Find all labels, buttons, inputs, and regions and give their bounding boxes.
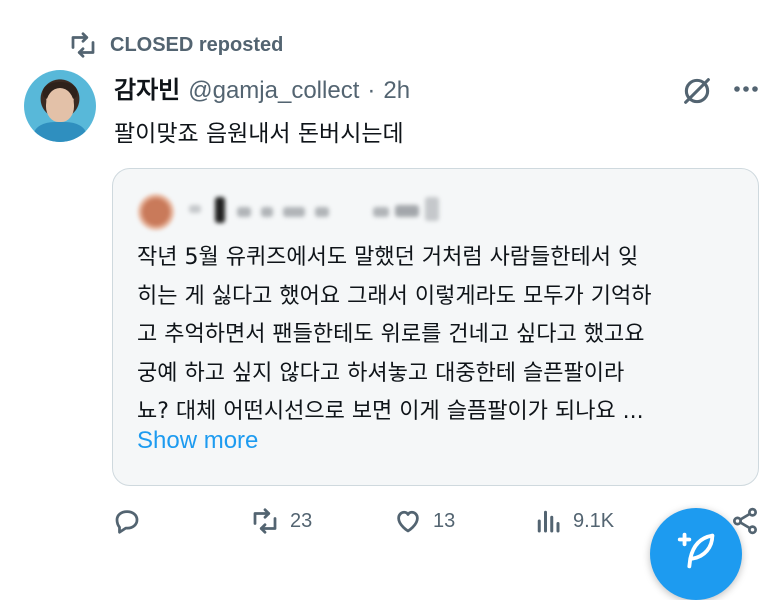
heart-icon xyxy=(397,510,419,533)
quoted-text-line: 작년 5월 유퀴즈에서도 말했던 거처럼 사람들한테서 잊 xyxy=(137,245,639,270)
compose-icon xyxy=(677,532,715,569)
like-button[interactable]: 13 xyxy=(393,506,455,536)
more-icon[interactable] xyxy=(730,76,762,102)
quoted-text-line: 궁예 하고 싶지 않다고 하셔놓고 대중한테 슬픈팔이라 xyxy=(137,360,625,386)
quoted-tweet[interactable]: 작년 5월 유퀴즈에서도 말했던 거처럼 사람들한테서 잊 히는 게 싫다고 했… xyxy=(112,168,759,486)
tweet-header: 감자빈 @gamja_collect · 2h xyxy=(114,70,410,105)
views-button[interactable]: 9.1K xyxy=(533,506,614,536)
timestamp[interactable]: 2h xyxy=(383,77,410,105)
quoted-avatar xyxy=(137,193,175,231)
author-name[interactable]: 감자빈 xyxy=(114,70,180,105)
quoted-author-blurred xyxy=(137,193,497,233)
repost-icon xyxy=(71,32,95,58)
compose-fab[interactable] xyxy=(650,508,742,600)
quoted-text-line: 뇨? 대체 어떤시선으로 보면 이게 슬픔팔이가 되나요 ... xyxy=(137,399,644,424)
repost-indicator: CLOSED reposted xyxy=(68,30,283,60)
tweet-text: 팔이맞죠 음원내서 돈버시는데 xyxy=(114,121,404,147)
show-more-link[interactable]: Show more xyxy=(137,427,258,455)
grok-icon[interactable] xyxy=(680,74,714,108)
reply-button[interactable] xyxy=(112,506,152,536)
reply-icon xyxy=(115,510,139,534)
quoted-text-line: 고 추억하면서 팬들한테도 위로를 건네고 싶다고 했고요 xyxy=(137,322,645,347)
views-icon xyxy=(537,510,560,533)
views-count: 9.1K xyxy=(573,509,615,532)
repost-icon xyxy=(253,508,277,534)
repost-label[interactable]: CLOSED reposted xyxy=(110,34,283,57)
quoted-text-line: 히는 게 싫다고 했어요 그래서 이렇게라도 모두가 기억하 xyxy=(137,283,652,309)
retweet-button[interactable]: 23 xyxy=(250,506,312,536)
author-handle[interactable]: @gamja_collect xyxy=(188,77,359,105)
like-count: 13 xyxy=(433,509,456,532)
separator-dot: · xyxy=(367,77,376,104)
repost-count: 23 xyxy=(290,509,313,532)
quoted-text: 작년 5월 유퀴즈에서도 말했던 거처럼 사람들한테서 잊 히는 게 싫다고 했… xyxy=(137,239,737,432)
avatar[interactable] xyxy=(24,70,96,142)
